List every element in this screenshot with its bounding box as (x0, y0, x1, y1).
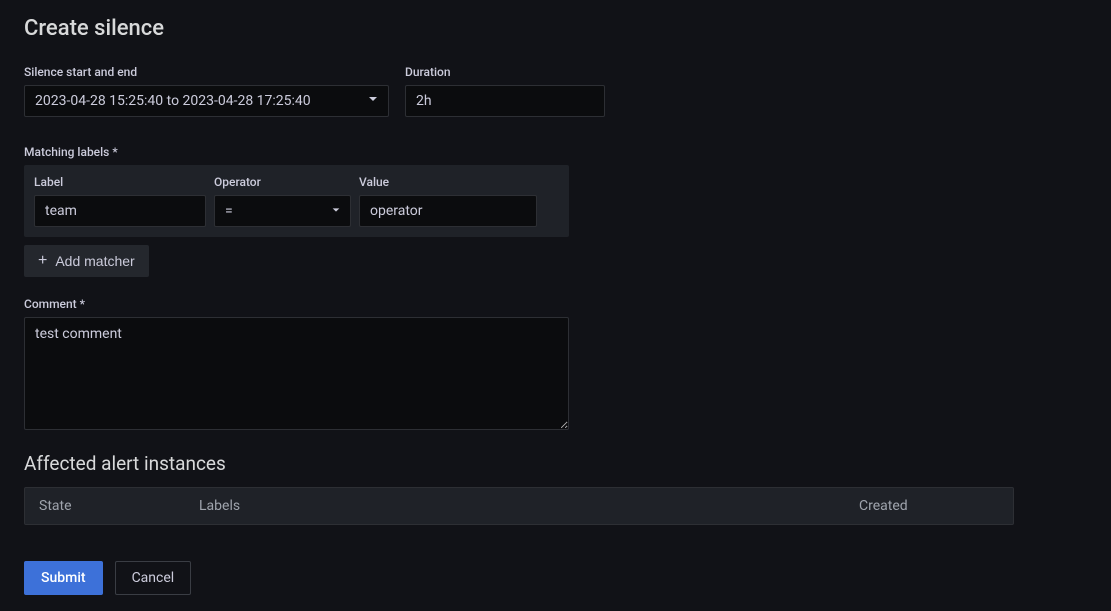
page-title: Create silence (24, 16, 1087, 41)
duration-group: Duration (405, 65, 605, 117)
table-column-state: State (39, 498, 199, 514)
comment-label: Comment * (24, 297, 1087, 311)
matcher-label-input[interactable] (34, 195, 206, 227)
silence-period-row: Silence start and end Duration (24, 65, 1087, 117)
duration-input[interactable] (405, 85, 605, 117)
matcher-value-input[interactable] (359, 195, 537, 227)
affected-instances-table: State Labels Created (24, 487, 1014, 525)
table-header-row: State Labels Created (24, 487, 1014, 525)
matcher-value-field: Value (359, 175, 537, 227)
silence-start-end-group: Silence start and end (24, 65, 389, 117)
plus-icon: + (38, 253, 47, 269)
submit-button[interactable]: Submit (24, 561, 103, 595)
matcher-operator-field: Operator (214, 175, 351, 227)
matchers-container: Label Operator Value (24, 165, 569, 237)
form-actions: Submit Cancel (24, 561, 1087, 595)
duration-label: Duration (405, 65, 605, 79)
table-column-labels: Labels (199, 498, 859, 514)
matcher-operator-header: Operator (214, 175, 351, 189)
comment-group: Comment * (24, 297, 1087, 452)
add-matcher-button[interactable]: + Add matcher (24, 245, 149, 277)
silence-start-end-input[interactable] (24, 85, 389, 117)
cancel-button[interactable]: Cancel (115, 561, 192, 595)
matcher-value-header: Value (359, 175, 537, 189)
silence-start-end-wrapper (24, 85, 389, 117)
matcher-row: Label Operator Value (34, 175, 559, 227)
table-column-created: Created (859, 498, 999, 514)
matcher-label-header: Label (34, 175, 206, 189)
matcher-operator-select[interactable] (214, 195, 351, 227)
matching-labels-label: Matching labels * (24, 145, 1087, 159)
add-matcher-label: Add matcher (55, 253, 134, 269)
silence-start-end-label: Silence start and end (24, 65, 389, 79)
affected-instances-title: Affected alert instances (24, 452, 1087, 475)
comment-textarea[interactable] (24, 317, 569, 430)
matcher-label-field: Label (34, 175, 206, 227)
